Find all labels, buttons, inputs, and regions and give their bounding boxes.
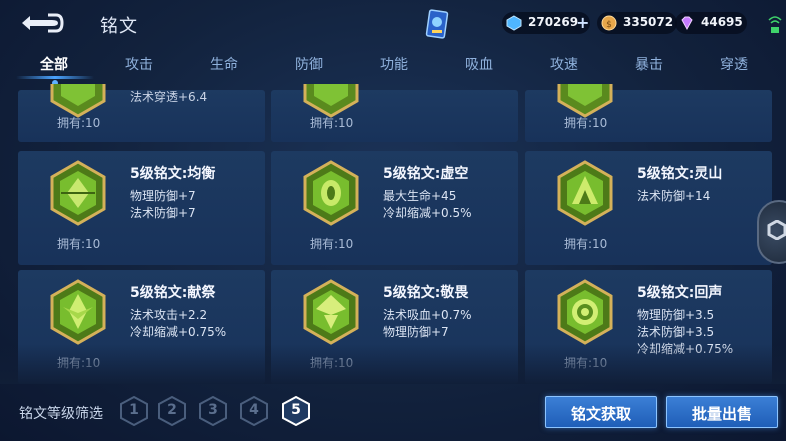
rune-card-void[interactable]: 5级铭文:虚空 最大生命+45 冷却缩减+0.5% 拥有:10 <box>271 151 518 265</box>
rune-stat: 法术攻击+2.2 <box>130 308 208 322</box>
rune-title: 5级铭文:灵山 <box>637 166 723 182</box>
bulk-sell-button[interactable]: 批量出售 <box>666 396 778 428</box>
diamond-currency: 270269 + <box>502 12 590 34</box>
rune-awe-icon <box>303 279 359 345</box>
rune-stat: 物理防御+7 <box>130 189 196 203</box>
diamond-count: 270269 <box>528 15 579 29</box>
svg-text:$: $ <box>606 20 612 30</box>
rune-card[interactable]: 法术穿透+6.4 拥有:10 <box>18 84 265 142</box>
rune-title: 5级铭文:回声 <box>637 285 723 301</box>
signal-icon <box>768 16 782 33</box>
gold-currency: $ 335072 <box>597 12 677 34</box>
rune-stat: 法术穿透+6.4 <box>130 90 208 104</box>
page-title: 铭文 <box>100 16 138 37</box>
rune-stat: 物理防御+3.5 <box>637 308 715 322</box>
level-filter-2[interactable]: 2 <box>158 395 186 427</box>
tab-health[interactable]: 生命 <box>210 54 238 74</box>
owned-count: 拥有:10 <box>310 237 354 251</box>
owned-count: 拥有:10 <box>564 237 608 251</box>
level-number: 4 <box>249 402 259 418</box>
get-runes-button[interactable]: 铭文获取 <box>545 396 657 428</box>
bulk-sell-label: 批量出售 <box>691 405 752 423</box>
rune-title: 5级铭文:献祭 <box>130 285 216 301</box>
level-filter-4[interactable]: 4 <box>240 395 268 427</box>
rune-card-awe[interactable]: 5级铭文:敬畏 法术吸血+0.7% 物理防御+7 拥有:10 <box>271 270 518 384</box>
diamond-icon <box>506 15 522 31</box>
gold-count: 335072 <box>623 15 674 29</box>
rune-card-balance[interactable]: 5级铭文:均衡 物理防御+7 法术防御+7 拥有:10 <box>18 151 265 265</box>
back-arrow-icon[interactable] <box>18 11 64 35</box>
level-filter-1[interactable]: 1 <box>120 395 148 427</box>
rune-card-lingshan[interactable]: 5级铭文:灵山 法术防御+14 拥有:10 <box>525 151 772 265</box>
level-number: 3 <box>208 402 218 418</box>
owned-count: 拥有:10 <box>310 356 354 370</box>
hexagon-icon <box>767 220 786 240</box>
rune-title: 5级铭文:均衡 <box>130 166 216 182</box>
gem-currency: 44695 <box>675 12 747 34</box>
rune-stat: 法术防御+7 <box>130 206 196 220</box>
owned-count: 拥有:10 <box>57 116 101 130</box>
rune-medal-icon <box>50 84 106 118</box>
gem-icon <box>681 16 693 31</box>
rune-medal-icon <box>303 84 359 118</box>
get-runes-label: 铭文获取 <box>570 405 631 423</box>
category-tabs: 全部 攻击 生命 防御 功能 吸血 攻速 暴击 穿透 <box>0 50 786 86</box>
owned-count: 拥有:10 <box>57 237 101 251</box>
rune-grid[interactable]: 法术穿透+6.4 拥有:10 拥有:10 拥有:10 5级铭文:均衡 物理防御+… <box>0 84 786 384</box>
rune-card[interactable]: 拥有:10 <box>525 84 772 142</box>
bottom-bar: 铭文等级筛选 1 2 3 4 5 铭文获取 批量出售 <box>0 384 786 441</box>
rune-card-echo[interactable]: 5级铭文:回声 物理防御+3.5 法术防御+3.5 冷却缩减+0.75% 拥有:… <box>525 270 772 384</box>
rune-title: 5级铭文:敬畏 <box>383 285 469 301</box>
owned-count: 拥有:10 <box>564 116 608 130</box>
rune-card-sacrifice[interactable]: 5级铭文:献祭 法术攻击+2.2 冷却缩减+0.75% 拥有:10 <box>18 270 265 384</box>
rune-balance-icon <box>50 160 106 226</box>
gold-coin-icon: $ <box>601 15 617 31</box>
tab-crit[interactable]: 暴击 <box>635 54 663 74</box>
rune-card[interactable]: 拥有:10 <box>271 84 518 142</box>
rune-stat: 冷却缩减+0.75% <box>637 342 734 356</box>
rune-card-icon[interactable] <box>424 8 450 40</box>
tab-attack[interactable]: 攻击 <box>125 54 153 74</box>
level-number: 1 <box>129 402 139 418</box>
rune-medal-icon <box>557 84 613 118</box>
owned-count: 拥有:10 <box>57 356 101 370</box>
rune-echo-icon <box>557 279 613 345</box>
rune-stat: 法术防御+14 <box>637 189 711 203</box>
tab-function[interactable]: 功能 <box>380 54 408 74</box>
rune-stat: 最大生命+45 <box>383 189 457 203</box>
rune-stat: 冷却缩减+0.5% <box>383 206 472 220</box>
rune-stat: 法术防御+3.5 <box>637 325 715 339</box>
gem-count: 44695 <box>701 15 743 29</box>
rune-void-icon <box>303 160 359 226</box>
level-number: 5 <box>291 402 301 418</box>
add-diamond-icon[interactable]: + <box>576 13 589 32</box>
tab-all[interactable]: 全部 <box>40 54 68 74</box>
level-filter-5[interactable]: 5 <box>282 395 310 427</box>
owned-count: 拥有:10 <box>310 116 354 130</box>
level-number: 2 <box>167 402 177 418</box>
top-bar: 铭文 270269 + $ 335072 44695 <box>0 0 786 48</box>
side-panel-handle[interactable] <box>757 200 786 264</box>
rune-stat: 法术吸血+0.7% <box>383 308 472 322</box>
rune-lingshan-icon <box>557 160 613 226</box>
rune-title: 5级铭文:虚空 <box>383 166 469 182</box>
tab-lifesteal[interactable]: 吸血 <box>465 54 493 74</box>
tab-defense[interactable]: 防御 <box>295 54 323 74</box>
rune-sacrifice-icon <box>50 279 106 345</box>
rune-stat: 冷却缩减+0.75% <box>130 325 227 339</box>
owned-count: 拥有:10 <box>564 356 608 370</box>
level-filter-label: 铭文等级筛选 <box>19 406 103 422</box>
rune-stat: 物理防御+7 <box>383 325 449 339</box>
active-tab-underline <box>16 76 94 79</box>
tab-attack-speed[interactable]: 攻速 <box>550 54 578 74</box>
tab-penetration[interactable]: 穿透 <box>720 54 748 74</box>
level-filter-3[interactable]: 3 <box>199 395 227 427</box>
